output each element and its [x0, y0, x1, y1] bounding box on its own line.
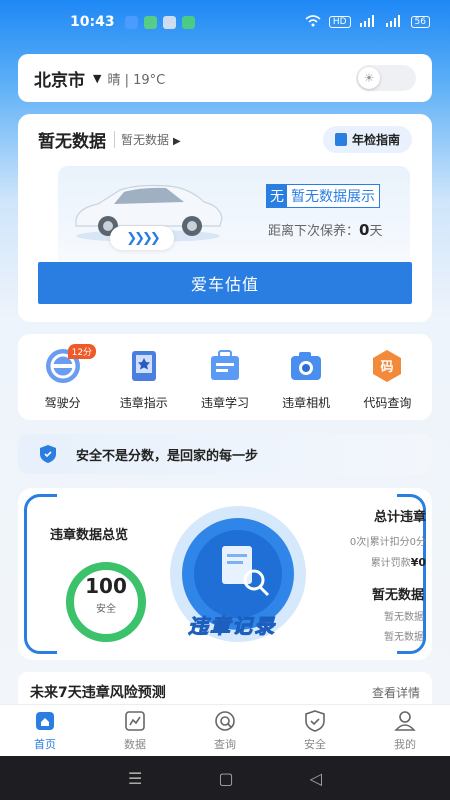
driving-score-badge: 12分: [67, 344, 97, 359]
shield-icon: [40, 445, 56, 463]
notification-app-icon: [181, 15, 195, 29]
tab-label: 安全: [304, 737, 326, 751]
tab-label: 查询: [214, 737, 236, 751]
service-code-lookup[interactable]: 码 代码查询: [348, 346, 426, 420]
maintenance-unit: 天: [369, 224, 383, 239]
inspection-guide-button[interactable]: 年检指南: [322, 126, 412, 153]
menu-icon[interactable]: ☰: [128, 769, 142, 788]
theme-toggle[interactable]: ☀: [356, 65, 416, 91]
tab-home[interactable]: 首页: [5, 705, 85, 756]
user-icon: [394, 710, 416, 731]
status-app-icons: [124, 15, 195, 29]
service-violation-study[interactable]: 违章学习: [186, 346, 264, 420]
bag-doc-icon: [205, 346, 245, 386]
violation-record-label: 违章记录: [188, 614, 276, 639]
total-fine-label: 累计罚款: [370, 558, 411, 569]
service-driving-score[interactable]: 12分 驾驶分: [24, 344, 102, 420]
view-details-link[interactable]: 查看详情: [372, 684, 420, 701]
tab-safety[interactable]: 安全: [275, 705, 355, 756]
service-label: 代码查询: [363, 396, 412, 410]
no-data-line: 暂无数据: [384, 612, 424, 623]
home-button-icon[interactable]: ▢: [218, 769, 233, 788]
bookmark-star-icon: [124, 346, 164, 386]
code-glyph: 码: [381, 360, 394, 375]
service-label: 驾驶分: [44, 396, 81, 410]
safety-score-label: 安全: [96, 604, 116, 615]
weather-text: 晴 | 19°C: [107, 72, 166, 88]
no-data-line: 暂无数据: [384, 632, 424, 643]
notification-app-icon: [124, 15, 138, 29]
car-stage: ❯❯❯❯ 无 暂无数据展示 距离下次保养：0天: [58, 166, 410, 262]
back-icon[interactable]: ◁: [310, 769, 322, 788]
notification-app-icon: [143, 15, 157, 29]
maintenance-label: 距离下次保养：: [268, 224, 360, 239]
total-violations-title: 总计违章: [373, 510, 426, 525]
service-label: 违章指示: [119, 396, 168, 410]
service-label: 违章相机: [282, 396, 331, 410]
chart-icon: [125, 710, 145, 731]
violation-overview-card[interactable]: 违章数据总览 100 安全 违章记录 总计违章 0次|累计扣分0分 累计罚款¥0…: [18, 488, 432, 660]
total-fine: 累计罚款¥0: [336, 554, 426, 569]
shield-check-icon: [305, 709, 325, 732]
tab-label: 我的: [394, 737, 416, 751]
car-subtitle-label: 暂无数据: [121, 133, 170, 147]
code-tag-icon: 码: [367, 346, 407, 386]
total-fine-value: ¥0: [410, 556, 426, 569]
maintenance-days: 0: [359, 221, 370, 239]
no-data-title: 暂无数据: [371, 588, 424, 603]
location-bar: 北京市 ▼ 晴 | 19°C ☀: [18, 54, 432, 102]
home-icon: [36, 711, 54, 730]
services-grid: 12分 驾驶分 违章指示 违章学习 违章相机 码 代码查询: [18, 334, 432, 420]
battery-icon: 56: [410, 16, 430, 28]
caret-down-icon[interactable]: ▼: [93, 72, 101, 85]
bottom-tab-bar: 首页 数据 查询 安全 我的: [0, 704, 450, 756]
car-card: 暂无数据 暂无数据 ▶ 年检指南 ❯❯❯❯ 无 暂无数据展示 距离下次保养：0天 …: [18, 114, 432, 322]
car-subtitle[interactable]: 暂无数据 ▶: [114, 131, 181, 148]
play-arrow-icon: ▶: [173, 136, 181, 147]
violation-overview-title: 违章数据总览: [50, 528, 129, 543]
status-bar: 10:43 HD 56: [0, 0, 450, 44]
tab-query[interactable]: 查询: [185, 705, 265, 756]
search-icon: [215, 710, 235, 731]
signal-icon: [385, 14, 403, 30]
document-icon: [334, 133, 347, 146]
tab-label: 首页: [34, 737, 56, 751]
service-violation-camera[interactable]: 违章相机: [267, 346, 345, 420]
total-violations-box: 总计违章 0次|累计扣分0分 累计罚款¥0: [336, 498, 434, 576]
car-title: 暂无数据: [38, 132, 106, 152]
safety-slogan-banner: 安全不是分数，是回家的每一步: [18, 434, 432, 474]
camera-icon: [286, 346, 326, 386]
chevrons-icon: ❯❯❯❯: [110, 226, 174, 250]
car-valuation-button[interactable]: 爱车估值: [38, 262, 412, 304]
service-label: 违章学习: [200, 396, 249, 410]
no-data-tag-text: 暂无数据展示: [287, 185, 379, 207]
sun-icon: ☀: [358, 67, 380, 89]
status-time: 10:43: [70, 14, 115, 30]
hd-indicator: HD: [328, 16, 351, 28]
wifi-icon: [305, 14, 321, 30]
notification-app-icon: [162, 15, 176, 29]
tab-data[interactable]: 数据: [95, 705, 175, 756]
signal-icon: [359, 14, 377, 30]
total-violations-detail: 0次|累计扣分0分: [349, 537, 426, 548]
safety-score: 100: [85, 574, 127, 598]
status-indicators: HD 56: [305, 14, 430, 30]
slogan-text: 安全不是分数，是回家的每一步: [76, 448, 259, 464]
inspection-guide-label: 年检指南: [351, 133, 400, 147]
maintenance-countdown: 距离下次保养：0天: [268, 220, 382, 239]
tab-profile[interactable]: 我的: [365, 705, 445, 756]
no-data-box: 暂无数据 暂无数据 暂无数据: [318, 584, 430, 643]
system-navigation-bar: ☰ ▢ ◁: [0, 756, 450, 800]
city-selector[interactable]: 北京市: [34, 66, 85, 91]
service-violation-guide[interactable]: 违章指示: [105, 346, 183, 420]
no-data-tag: 无 暂无数据展示: [266, 184, 380, 208]
risk-forecast-title: 未来7天违章风险预测: [30, 685, 166, 701]
tab-label: 数据: [124, 737, 146, 751]
no-data-tag-prefix: 无: [267, 185, 287, 207]
car-header: 暂无数据 暂无数据 ▶ 年检指南: [38, 126, 412, 153]
